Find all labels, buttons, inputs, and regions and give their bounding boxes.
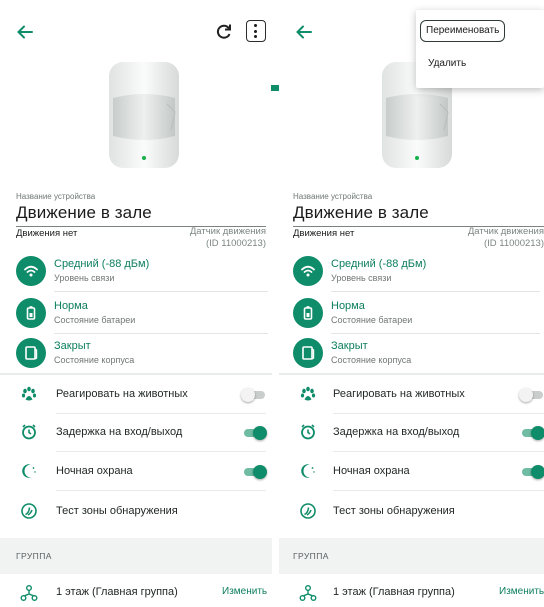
back-arrow-icon[interactable] [293,20,315,44]
night-moon-icon [22,464,36,478]
setting-night-label: Ночная охрана [56,465,133,477]
change-group-link[interactable]: Изменить [499,586,544,597]
case-icon [16,338,46,368]
group-row: 1 этаж (Главная группа) Изменить [0,578,272,606]
setting-pets-label: Реагировать на животных [333,388,465,400]
night-toggle[interactable] [519,465,544,479]
delete-menu-item[interactable]: Удалить [428,58,466,69]
name-field-label: Название устройства [16,192,96,201]
setting-delay[interactable]: Задержка на вход/выход [279,414,544,452]
group-header-label: ГРУППА [293,551,329,561]
divider [333,451,544,452]
case-label: Состояние корпуса [331,355,412,365]
overflow-menu: Переименовать Удалить [416,10,544,88]
device-id: (ID 11000213) [205,238,266,249]
battery-status: Норма Состояние батареи [16,298,268,334]
device-settings-screen-menu-open: Название устройства Движение в зале Движ… [279,0,544,607]
signal-value: Средний (-88 дБм) [54,258,150,270]
case-icon [293,338,323,368]
rename-menu-item[interactable]: Переименовать [420,20,506,42]
motion-status: Движения нет [16,228,78,239]
device-type-label: Датчик движения [189,226,266,237]
back-arrow-icon[interactable] [14,20,36,44]
setting-pets-label: Реагировать на животных [56,388,188,400]
setting-delay-label: Задержка на вход/выход [333,426,460,438]
motion-status: Движения нет [293,228,355,239]
battery-label: Состояние батареи [54,315,136,325]
case-label: Состояние корпуса [54,355,135,365]
more-menu-icon[interactable] [246,20,266,42]
paw-icon [21,386,37,401]
device-settings-screen-before: Название устройства Движение в зале Движ… [0,0,272,607]
setting-night[interactable]: Ночная охрана [279,453,544,491]
delay-toggle[interactable] [519,426,544,440]
setting-test-label: Тест зоны обнаружения [333,505,455,517]
case-status: Закрыт Состояние корпуса [293,338,540,372]
battery-icon [293,298,323,328]
device-name-field[interactable]: Движение в зале [16,203,152,223]
delay-timer-icon [22,424,36,440]
battery-status: Норма Состояние батареи [293,298,540,334]
setting-test[interactable]: Тест зоны обнаружения [279,493,544,531]
name-field-label: Название устройства [293,192,373,201]
divider [56,451,266,452]
case-status: Закрыт Состояние корпуса [16,338,268,372]
change-group-link[interactable]: Изменить [222,586,267,597]
header [0,20,272,46]
section-divider [279,373,544,375]
wifi-icon [16,256,46,286]
delay-toggle[interactable] [241,426,267,440]
divider [331,291,540,292]
night-moon-icon [301,464,315,478]
group-hierarchy-icon [299,585,317,601]
setting-night[interactable]: Ночная охрана [0,453,272,491]
wifi-icon [293,256,323,286]
divider [56,490,266,491]
case-value: Закрыт [331,340,368,352]
device-type: Датчик движения (ID 11000213) [190,226,266,250]
signal-label: Уровень связи [54,273,115,283]
device-type-label: Датчик движения [467,226,544,237]
detection-test-icon [300,503,316,519]
setting-test[interactable]: Тест зоны обнаружения [0,493,272,531]
setting-delay-label: Задержка на вход/выход [56,426,183,438]
refresh-icon[interactable] [214,22,234,42]
divider [331,333,540,334]
pets-toggle[interactable] [241,388,267,402]
signal-value: Средний (-88 дБм) [331,258,427,270]
motion-sensor-image [109,62,179,168]
battery-value: Норма [331,300,365,312]
group-hierarchy-icon [20,585,38,601]
divider [54,291,268,292]
device-type: Датчик движения (ID 11000213) [468,226,544,250]
device-name-field[interactable]: Движение в зале [293,203,429,223]
battery-label: Состояние батареи [331,315,413,325]
paw-icon [300,386,316,401]
setting-delay[interactable]: Задержка на вход/выход [0,414,272,452]
pets-toggle[interactable] [519,388,544,402]
device-id: (ID 11000213) [483,238,544,249]
setting-test-label: Тест зоны обнаружения [56,505,178,517]
battery-value: Норма [54,300,88,312]
setting-pets[interactable]: Реагировать на животных [279,376,544,414]
group-name: 1 этаж (Главная группа) [333,586,455,598]
night-toggle[interactable] [241,465,267,479]
delay-timer-icon [301,424,315,440]
group-row: 1 этаж (Главная группа) Изменить [279,578,544,606]
battery-icon [16,298,46,328]
group-header-label: ГРУППА [16,551,52,561]
signal-label: Уровень связи [331,273,392,283]
divider [54,333,268,334]
case-value: Закрыт [54,340,91,352]
detection-test-icon [21,503,37,519]
setting-night-label: Ночная охрана [333,465,410,477]
section-divider [0,373,272,375]
setting-pets[interactable]: Реагировать на животных [0,376,272,414]
divider [333,490,544,491]
signal-status: Средний (-88 дБм) Уровень связи [293,256,540,292]
signal-status: Средний (-88 дБм) Уровень связи [16,256,268,292]
group-name: 1 этаж (Главная группа) [56,586,178,598]
